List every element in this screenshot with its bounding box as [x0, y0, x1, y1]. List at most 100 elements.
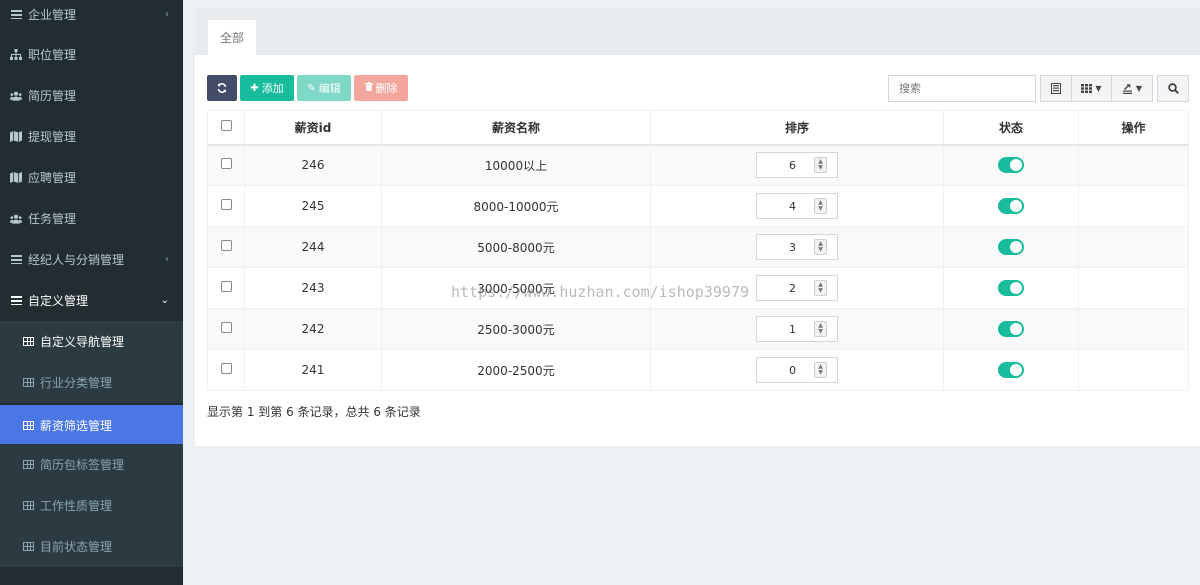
- sort-stepper[interactable]: 4 ▲ ▼: [756, 193, 838, 219]
- sidebar-subitem-job-nature[interactable]: 工作性质管理: [0, 485, 183, 526]
- sort-value: 3: [789, 240, 796, 254]
- sort-stepper[interactable]: 0 ▲ ▼: [756, 357, 838, 383]
- sort-value: 2: [789, 281, 796, 295]
- cell-actions: [1078, 267, 1189, 309]
- tab-bar: 全部: [195, 8, 1200, 55]
- watermark: https://www.huzhan.com/ishop39979: [451, 283, 750, 301]
- select-all-checkbox[interactable]: [220, 120, 232, 132]
- column-header[interactable]: 薪资名称: [381, 110, 651, 146]
- delete-button-label: 删除: [375, 82, 398, 95]
- grid-icon: [1081, 84, 1093, 93]
- delete-button[interactable]: 删除: [354, 75, 408, 101]
- spinner-icon[interactable]: ▲ ▼: [814, 362, 827, 378]
- row-checkbox[interactable]: [220, 322, 232, 333]
- map-icon: [10, 172, 22, 184]
- sidebar-subitem-salary-filter[interactable]: 薪资筛选管理: [0, 405, 183, 446]
- sort-stepper[interactable]: 1 ▲ ▼: [756, 316, 838, 342]
- sidebar-item-label: 行业分类管理: [40, 376, 113, 390]
- row-checkbox[interactable]: [220, 281, 232, 292]
- sort-stepper[interactable]: 6 ▲ ▼: [756, 152, 838, 179]
- table-icon: [22, 500, 34, 512]
- spinner-icon[interactable]: ▲ ▼: [814, 321, 827, 337]
- caret-down-icon: ▼: [1135, 84, 1143, 93]
- sidebar-subitem-custom-nav[interactable]: 自定义导航管理: [0, 321, 183, 362]
- sidebar-item-label: 应聘管理: [28, 171, 77, 185]
- status-toggle[interactable]: [998, 198, 1024, 214]
- sidebar-item-tasks[interactable]: 任务管理: [0, 198, 183, 239]
- row-checkbox[interactable]: [220, 240, 232, 251]
- sidebar-item-resumes[interactable]: 简历管理: [0, 75, 183, 116]
- sort-value: 1: [789, 322, 796, 336]
- status-toggle[interactable]: [998, 280, 1024, 296]
- spinner-icon[interactable]: ▲ ▼: [814, 280, 827, 296]
- map-icon: [10, 131, 22, 143]
- sort-stepper[interactable]: 2 ▲ ▼: [756, 275, 838, 301]
- status-toggle[interactable]: [998, 362, 1024, 378]
- table-icon: [22, 541, 34, 553]
- sidebar-item-withdrawals[interactable]: 提现管理: [0, 116, 183, 157]
- table-icon: [22, 377, 34, 389]
- edit-button[interactable]: ✎ 编辑: [297, 75, 351, 101]
- tab-all[interactable]: 全部: [208, 20, 256, 55]
- search-button[interactable]: [1157, 75, 1189, 102]
- row-checkbox[interactable]: [220, 363, 232, 374]
- pagination-info: 显示第 1 到第 6 条记录，总共 6 条记录: [207, 405, 421, 419]
- sidebar-item-positions[interactable]: 职位管理: [0, 34, 183, 75]
- sidebar-item-label: 提现管理: [28, 130, 77, 144]
- refresh-button[interactable]: [207, 75, 237, 101]
- spinner-icon[interactable]: ▲ ▼: [814, 198, 827, 214]
- status-toggle[interactable]: [998, 157, 1024, 174]
- sidebar-item-label: 工作性质管理: [40, 499, 113, 513]
- cell-actions: [1078, 226, 1189, 268]
- column-header[interactable]: 排序: [650, 110, 944, 146]
- export-dropdown-button[interactable]: ▼: [1111, 75, 1153, 102]
- sidebar-subitem-industry[interactable]: 行业分类管理: [0, 362, 183, 403]
- bars-icon: [10, 295, 22, 307]
- table-icon: [22, 420, 34, 432]
- sort-stepper[interactable]: 3 ▲ ▼: [756, 234, 838, 260]
- table-row[interactable]: 244 5000-8000元 3 ▲ ▼: [207, 226, 1189, 268]
- sidebar-subitem-resume-tags[interactable]: 简历包标签管理: [0, 444, 183, 485]
- cell-name: 2000-2500元: [381, 349, 651, 391]
- table-row[interactable]: 245 8000-10000元 4 ▲ ▼: [207, 185, 1189, 227]
- toggle-view-button[interactable]: [1040, 75, 1072, 102]
- edit-button-label: 编辑: [318, 82, 341, 95]
- sidebar-item-label: 薪资筛选管理: [40, 419, 113, 433]
- column-header: 操作: [1078, 110, 1189, 146]
- pencil-icon: ✎: [307, 82, 316, 94]
- table-icon: [22, 336, 34, 348]
- sidebar-subitem-current-status[interactable]: 目前状态管理: [0, 526, 183, 567]
- sidebar: 企业管理 ‹ 职位管理 简历管理 提现管理 应聘管理 任务管理 经纪人与分销管理…: [0, 0, 183, 585]
- status-toggle[interactable]: [998, 321, 1024, 337]
- table-row[interactable]: 242 2500-3000元 1 ▲ ▼: [207, 308, 1189, 350]
- sidebar-item-enterprise[interactable]: 企业管理 ‹: [0, 0, 183, 35]
- sidebar-item-applications[interactable]: 应聘管理: [0, 157, 183, 198]
- add-button[interactable]: ✚ 添加: [240, 75, 294, 101]
- sidebar-item-custom[interactable]: 自定义管理 ⌄: [0, 280, 183, 321]
- spinner-icon[interactable]: ▲ ▼: [814, 157, 827, 174]
- cell-name: 10000以上: [381, 144, 651, 186]
- cell-actions: [1078, 349, 1189, 391]
- sort-value: 4: [789, 199, 796, 213]
- row-checkbox[interactable]: [220, 199, 232, 210]
- column-header[interactable]: 薪资id: [244, 110, 382, 146]
- cell-name: 5000-8000元: [381, 226, 651, 268]
- cell-actions: [1078, 308, 1189, 350]
- table-row[interactable]: 241 2000-2500元 0 ▲ ▼: [207, 349, 1189, 391]
- users-icon: [10, 213, 22, 225]
- status-toggle[interactable]: [998, 239, 1024, 255]
- table-row[interactable]: 246 10000以上 6 ▲ ▼: [207, 144, 1189, 186]
- columns-dropdown-button[interactable]: ▼: [1071, 75, 1112, 102]
- sidebar-item-label: 职位管理: [28, 48, 77, 62]
- spinner-icon[interactable]: ▲ ▼: [814, 239, 827, 255]
- sidebar-item-label: 企业管理: [28, 8, 77, 22]
- sidebar-item-agents[interactable]: 经纪人与分销管理 ‹: [0, 239, 183, 280]
- plus-icon: ✚: [250, 82, 259, 94]
- column-header[interactable]: 状态: [943, 110, 1079, 146]
- cell-id: 246: [244, 144, 382, 186]
- search-input[interactable]: [888, 75, 1036, 102]
- list-view-icon: [1051, 83, 1061, 94]
- salary-table: 薪资id 薪资名称 排序 状态 操作 246 10000以上 6 ▲ ▼ 245 8…: [207, 110, 1189, 391]
- cell-id: 244: [244, 226, 382, 268]
- row-checkbox[interactable]: [220, 158, 232, 170]
